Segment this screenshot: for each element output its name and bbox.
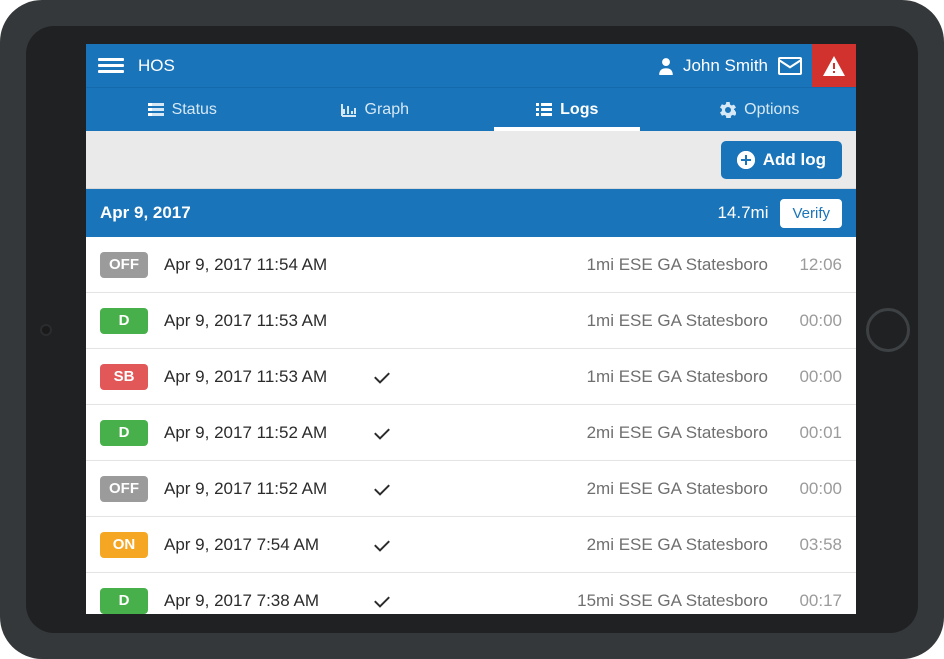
tab-status[interactable]: Status xyxy=(86,88,279,131)
log-timestamp: Apr 9, 2017 11:52 AM xyxy=(164,479,374,499)
log-duration: 03:58 xyxy=(786,535,842,555)
verified-check-icon xyxy=(374,594,402,608)
log-timestamp: Apr 9, 2017 11:52 AM xyxy=(164,423,374,443)
log-timestamp: Apr 9, 2017 7:54 AM xyxy=(164,535,374,555)
log-location: 1mi ESE GA Statesboro xyxy=(587,255,768,275)
user-icon xyxy=(657,57,675,75)
options-icon xyxy=(720,102,736,118)
navbar: HOS John Smith xyxy=(86,44,856,87)
verified-check-icon xyxy=(374,482,402,496)
log-duration: 12:06 xyxy=(786,255,842,275)
logs-list: OFF Apr 9, 2017 11:54 AM 1mi ESE GA States… xyxy=(86,237,856,614)
toolbar: Add log xyxy=(86,131,856,189)
verified-check-icon xyxy=(374,426,402,440)
tab-status-label: Status xyxy=(172,101,217,119)
log-timestamp: Apr 9, 2017 11:53 AM xyxy=(164,367,374,387)
tab-options[interactable]: Options xyxy=(664,88,857,131)
log-duration: 00:00 xyxy=(786,479,842,499)
log-timestamp: Apr 9, 2017 11:53 AM xyxy=(164,311,374,331)
verified-check-icon xyxy=(374,538,402,552)
warning-icon xyxy=(823,56,845,76)
status-badge: D xyxy=(100,588,148,614)
status-badge: D xyxy=(100,308,148,334)
status-badge: D xyxy=(100,420,148,446)
add-log-button[interactable]: Add log xyxy=(721,141,842,179)
tab-graph-label: Graph xyxy=(365,101,409,119)
app-title: HOS xyxy=(138,56,175,76)
log-timestamp: Apr 9, 2017 7:38 AM xyxy=(164,591,374,611)
tab-logs[interactable]: Logs xyxy=(471,88,664,131)
log-row[interactable]: OFF Apr 9, 2017 11:52 AM 2mi ESE GA States… xyxy=(86,461,856,517)
tabs: Status Graph Logs Options xyxy=(86,87,856,131)
add-log-label: Add log xyxy=(763,150,826,170)
status-badge: OFF xyxy=(100,476,148,502)
log-row[interactable]: OFF Apr 9, 2017 11:54 AM 1mi ESE GA States… xyxy=(86,237,856,293)
tab-options-label: Options xyxy=(744,101,799,119)
verify-button[interactable]: Verify xyxy=(780,199,842,228)
group-date: Apr 9, 2017 xyxy=(100,203,191,223)
graph-icon xyxy=(341,103,357,117)
log-row[interactable]: ON Apr 9, 2017 7:54 AM 2mi ESE GA Statesbo… xyxy=(86,517,856,573)
user-name: John Smith xyxy=(683,56,768,76)
verified-check-icon xyxy=(374,370,402,384)
log-duration: 00:01 xyxy=(786,423,842,443)
log-row[interactable]: D Apr 9, 2017 11:53 AM 1mi ESE GA Statesbo… xyxy=(86,293,856,349)
log-location: 1mi ESE GA Statesboro xyxy=(587,367,768,387)
menu-button[interactable] xyxy=(98,58,124,73)
alerts-button[interactable] xyxy=(812,44,856,87)
home-button[interactable] xyxy=(866,308,910,352)
status-badge: ON xyxy=(100,532,148,558)
front-camera xyxy=(42,326,50,334)
log-row[interactable]: SB Apr 9, 2017 11:53 AM 1mi ESE GA Statesb… xyxy=(86,349,856,405)
log-row[interactable]: D Apr 9, 2017 7:38 AM 15mi SSE GA Statesbo… xyxy=(86,573,856,614)
status-icon xyxy=(148,103,164,117)
app-screen: HOS John Smith S xyxy=(86,44,856,614)
tab-graph[interactable]: Graph xyxy=(279,88,472,131)
log-location: 1mi ESE GA Statesboro xyxy=(587,311,768,331)
day-group-header[interactable]: Apr 9, 2017 14.7mi Verify xyxy=(86,189,856,237)
tablet-frame: HOS John Smith S xyxy=(0,0,944,659)
log-location: 2mi ESE GA Statesboro xyxy=(587,479,768,499)
tab-logs-label: Logs xyxy=(560,101,598,119)
group-distance: 14.7mi xyxy=(717,203,768,223)
log-location: 15mi SSE GA Statesboro xyxy=(577,591,768,611)
logs-icon xyxy=(536,103,552,117)
log-duration: 00:00 xyxy=(786,367,842,387)
log-row[interactable]: D Apr 9, 2017 11:52 AM 2mi ESE GA Statesbo… xyxy=(86,405,856,461)
log-location: 2mi ESE GA Statesboro xyxy=(587,423,768,443)
log-timestamp: Apr 9, 2017 11:54 AM xyxy=(164,255,374,275)
log-duration: 00:17 xyxy=(786,591,842,611)
log-duration: 00:00 xyxy=(786,311,842,331)
messages-button[interactable] xyxy=(778,57,802,75)
status-badge: SB xyxy=(100,364,148,390)
status-badge: OFF xyxy=(100,252,148,278)
log-location: 2mi ESE GA Statesboro xyxy=(587,535,768,555)
plus-circle-icon xyxy=(737,151,755,169)
user-menu[interactable]: John Smith xyxy=(657,56,768,76)
